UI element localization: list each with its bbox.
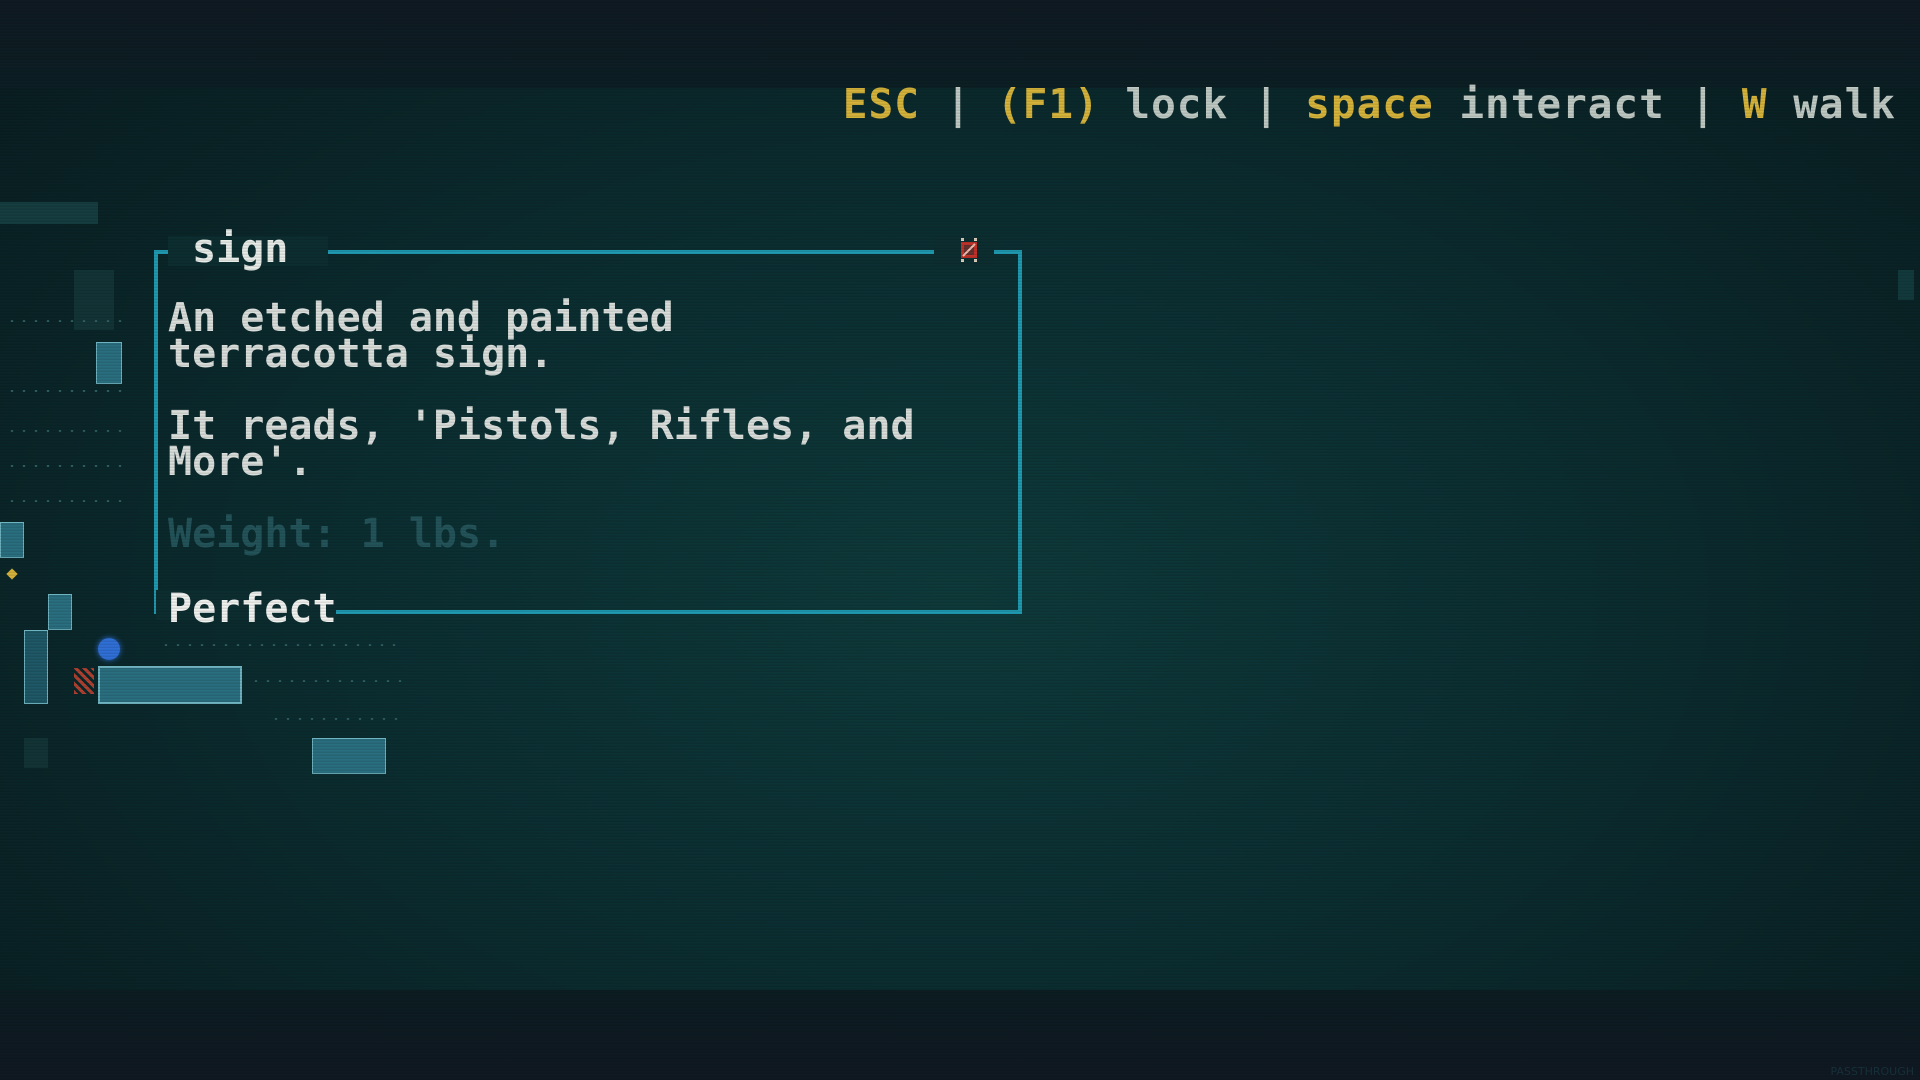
wall-tile xyxy=(0,522,24,558)
floor-dots xyxy=(6,390,126,392)
hint-separator: | xyxy=(1690,80,1717,128)
hint-separator: | xyxy=(1253,80,1280,128)
walk-label: walk xyxy=(1793,80,1896,128)
floor-dots xyxy=(250,680,410,682)
game-screen: ESC | (F1) lock | space interact | W wal… xyxy=(0,0,1920,1080)
floor-dots xyxy=(6,430,126,432)
wall-tile xyxy=(48,594,72,630)
watermark: PASSTHROUGH xyxy=(1830,1065,1914,1078)
interact-key-hint[interactable]: space xyxy=(1305,80,1433,128)
wall-tile xyxy=(24,738,48,768)
description-line-2: terracotta sign. xyxy=(168,331,554,377)
hint-separator: | xyxy=(945,80,972,128)
wall-tile xyxy=(24,630,48,704)
sign-text: It reads, 'Pistols, Rifles, and More'. xyxy=(168,406,988,482)
creature-icon xyxy=(74,668,94,694)
item-weight: Weight: 1 lbs. xyxy=(168,511,506,557)
floor-dots xyxy=(270,718,400,720)
item-look-popup: sign An etched and painted terracotta si… xyxy=(154,226,1022,632)
popup-body: An etched and painted terracotta sign. I… xyxy=(168,298,988,588)
item-condition: Perfect xyxy=(168,586,337,632)
lock-key-hint[interactable]: (F1) xyxy=(997,80,1100,128)
floor-dots xyxy=(6,465,126,467)
wall-tile xyxy=(312,738,386,774)
esc-key-hint[interactable]: ESC xyxy=(843,80,920,128)
bottom-letterbox xyxy=(0,990,1920,1080)
close-icon[interactable] xyxy=(958,238,980,262)
sign-text-line-2: More'. xyxy=(168,439,313,485)
interact-label: interact xyxy=(1459,80,1665,128)
floor-dots xyxy=(160,644,400,646)
player-icon[interactable] xyxy=(98,638,120,660)
floor-dots xyxy=(6,320,126,322)
item-marker xyxy=(6,568,18,580)
lock-label: lock xyxy=(1125,80,1229,128)
floor-dots xyxy=(6,500,126,502)
item-description: An etched and painted terracotta sign. xyxy=(168,298,988,374)
wall-tile xyxy=(96,342,122,384)
walk-key-hint[interactable]: W xyxy=(1742,80,1768,128)
top-letterbox xyxy=(0,0,1920,88)
wall-tile xyxy=(0,202,98,224)
popup-title: sign xyxy=(192,226,289,272)
key-hint-bar: ESC | (F1) lock | space interact | W wal… xyxy=(843,80,1896,128)
map-edge-tile xyxy=(1898,270,1914,300)
counter-tile xyxy=(98,666,242,704)
